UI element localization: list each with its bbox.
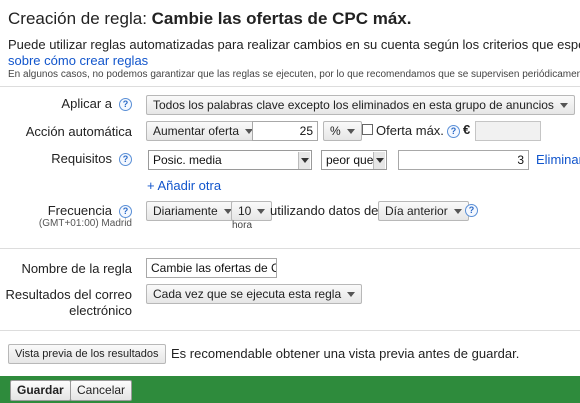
email-results-label: Resultados del correo electrónico xyxy=(0,287,132,319)
metric-value: Posic. media xyxy=(153,153,222,167)
help-icon[interactable]: ? xyxy=(465,204,478,217)
intro-text: Puede utilizar reglas automatizadas para… xyxy=(8,37,580,52)
hour-value: 10 xyxy=(238,204,252,218)
data-range-dropdown[interactable]: Día anterior xyxy=(378,201,469,221)
apply-to-label: Aplicar a xyxy=(61,96,112,111)
action-value: Aumentar oferta xyxy=(153,124,240,138)
action-amount-input[interactable]: 25 xyxy=(252,121,318,141)
max-bid-input[interactable] xyxy=(475,121,541,141)
hour-caption: hora xyxy=(232,220,253,231)
unit-dropdown[interactable]: % xyxy=(323,121,362,141)
operator-select[interactable]: peor que xyxy=(321,150,387,170)
rule-name-label: Nombre de la regla xyxy=(21,261,132,276)
currency-symbol: € xyxy=(463,122,471,137)
action-dropdown[interactable]: Aumentar oferta xyxy=(146,121,261,141)
preview-results-button[interactable]: Vista previa de los resultados xyxy=(8,344,166,364)
data-range-value: Día anterior xyxy=(385,204,448,218)
add-requirement-link[interactable]: + Añadir otra xyxy=(147,178,221,193)
title-prefix: Creación de regla: xyxy=(8,9,147,28)
help-icon[interactable]: ? xyxy=(119,98,132,111)
preview-hint: Es recomendable obtener una vista previa… xyxy=(171,346,520,361)
cancel-button[interactable]: Cancelar xyxy=(70,380,133,401)
chevron-down-icon xyxy=(346,129,355,135)
dropdown-arrow-icon xyxy=(298,152,310,169)
max-bid-checkbox[interactable] xyxy=(362,124,373,135)
supervision-note-text: En algunos casos, no podemos garantizar … xyxy=(8,69,580,80)
intro-text-block: Puede utilizar reglas automatizadas para… xyxy=(8,37,580,69)
timezone-label: (GMT+01:00) Madrid xyxy=(38,218,132,229)
using-data-label: utilizando datos de xyxy=(270,203,379,218)
chevron-down-icon xyxy=(559,103,568,109)
supervision-note: En algunos casos, no podemos garantizar … xyxy=(8,69,580,80)
email-results-dropdown[interactable]: Cada vez que se ejecuta esta regla xyxy=(146,284,363,304)
rule-name-input[interactable]: Cambie las ofertas de CPC xyxy=(146,258,277,278)
threshold-input[interactable]: 3 xyxy=(398,150,529,170)
remove-requirement-link[interactable]: Eliminar xyxy=(536,152,580,167)
hour-dropdown[interactable]: 10 xyxy=(231,201,273,221)
requirements-label: Requisitos xyxy=(51,151,112,166)
max-bid-label: Oferta máx. xyxy=(376,123,444,138)
create-rules-help-link[interactable]: sobre cómo crear reglas xyxy=(8,53,580,69)
apply-to-dropdown[interactable]: Todos los palabras clave excepto los eli… xyxy=(146,95,575,115)
divider-top xyxy=(0,86,580,87)
email-results-label-line2: electrónico xyxy=(69,303,132,318)
apply-to-value: Todos los palabras clave excepto los eli… xyxy=(153,98,554,112)
frequency-value: Diariamente xyxy=(153,204,218,218)
page-title: Creación de regla: Cambie las ofertas de… xyxy=(8,9,411,29)
dropdown-arrow-icon xyxy=(373,152,385,169)
help-icon[interactable]: ? xyxy=(119,153,132,166)
auto-action-label: Acción automática xyxy=(25,124,132,139)
divider-middle xyxy=(0,248,580,249)
email-results-label-line1: Resultados del correo xyxy=(5,287,132,302)
operator-value: peor que xyxy=(326,153,374,167)
chevron-down-icon xyxy=(453,209,462,215)
help-icon[interactable]: ? xyxy=(119,205,132,218)
chevron-down-icon xyxy=(347,292,356,298)
unit-value: % xyxy=(330,124,341,138)
metric-select[interactable]: Posic. media xyxy=(148,150,312,170)
frequency-label: Frecuencia xyxy=(47,203,112,218)
chevron-down-icon xyxy=(257,209,266,215)
save-button[interactable]: Guardar xyxy=(10,380,71,401)
help-icon[interactable]: ? xyxy=(447,125,460,138)
frequency-dropdown[interactable]: Diariamente xyxy=(146,201,239,221)
divider-bottom xyxy=(0,330,580,331)
rule-type-title: Cambie las ofertas de CPC máx. xyxy=(151,9,412,28)
email-results-value: Cada vez que se ejecuta esta regla xyxy=(153,287,342,301)
